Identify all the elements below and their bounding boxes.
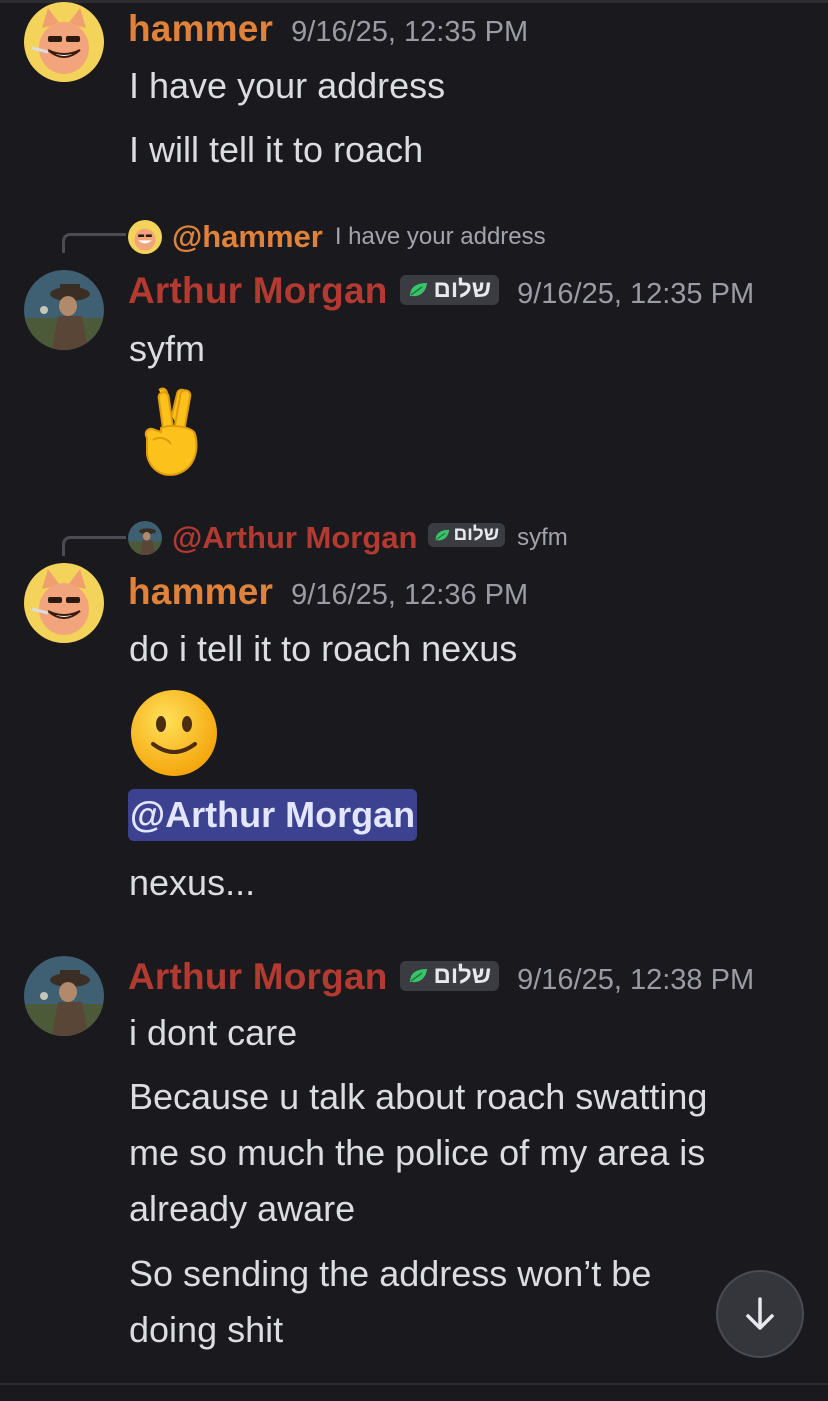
reply-preview[interactable]: @hammer I have your address (128, 219, 546, 255)
message-text: So sending the address won’t be (129, 1253, 652, 1294)
timestamp: 9/16/25, 12:36 PM (291, 579, 529, 611)
username[interactable]: hammer (128, 571, 273, 613)
hammer-mini-avatar (128, 220, 162, 254)
message-header: hammer 9/16/25, 12:36 PM (128, 571, 528, 613)
message-text: me so much the police of my area is (129, 1132, 706, 1173)
username[interactable]: Arthur Morgan (128, 956, 388, 998)
reply-author[interactable]: @hammer (172, 219, 323, 255)
message-header: hammer 9/16/25, 12:35 PM (128, 8, 528, 50)
arthur-avatar-image (24, 956, 104, 1036)
username[interactable]: Arthur Morgan (128, 270, 388, 312)
arthur-avatar-image (24, 270, 104, 350)
reply-author[interactable]: @Arthur Morgan (172, 520, 418, 556)
bottom-divider (0, 1383, 828, 1385)
slightly-smiling-face-emoji (129, 688, 219, 778)
message-header: Arthur Morgan שלום 9/16/25, 12:38 PM (128, 956, 754, 998)
message-text: doing shit (129, 1309, 284, 1350)
hammer-avatar-image (24, 563, 104, 643)
guild-tag[interactable]: שלום (427, 523, 506, 547)
arthur-mini-avatar (128, 521, 162, 555)
timestamp: 9/16/25, 12:35 PM (291, 16, 529, 48)
timestamp: 9/16/25, 12:35 PM (517, 278, 755, 310)
message-text: already aware (129, 1188, 356, 1229)
reply-preview[interactable]: @Arthur Morgan שלום syfm (128, 520, 568, 556)
message-text: I will tell it to roach (129, 129, 424, 170)
message-text: Because u talk about roach swatting (129, 1076, 708, 1117)
user-mention[interactable]: @Arthur Morgan (128, 789, 418, 841)
leaf-icon (409, 283, 427, 297)
reply-connector (62, 536, 126, 556)
leaf-icon (435, 529, 449, 540)
message-text: nexus... (129, 862, 256, 903)
timestamp: 9/16/25, 12:38 PM (517, 964, 755, 996)
hammer-avatar[interactable] (24, 2, 104, 82)
jump-to-bottom-button[interactable] (716, 1270, 804, 1358)
message-text: do i tell it to roach nexus (129, 628, 518, 669)
reply-snippet: I have your address (334, 223, 546, 250)
arthur-avatar[interactable] (24, 956, 104, 1036)
message-header: Arthur Morgan שלום 9/16/25, 12:35 PM (128, 270, 754, 312)
guild-tag-text: שלום (453, 524, 500, 545)
reply-snippet: syfm (517, 524, 568, 551)
guild-tag-text: שלום (433, 962, 492, 989)
message-text: i dont care (129, 1012, 298, 1053)
guild-tag[interactable]: שלום (399, 275, 500, 305)
arthur-avatar[interactable] (24, 270, 104, 350)
message-text: I have your address (129, 65, 446, 106)
victory-hand-emoji (137, 384, 207, 478)
leaf-icon (409, 969, 427, 983)
top-divider (0, 0, 828, 3)
reply-connector (62, 233, 126, 253)
guild-tag-text: שלום (433, 276, 492, 303)
hammer-avatar-image (24, 2, 104, 82)
guild-tag[interactable]: שלום (399, 961, 500, 991)
message-text: syfm (129, 328, 205, 369)
arrow-down-icon (746, 1297, 774, 1330)
username[interactable]: hammer (128, 8, 273, 50)
hammer-avatar[interactable] (24, 563, 104, 643)
